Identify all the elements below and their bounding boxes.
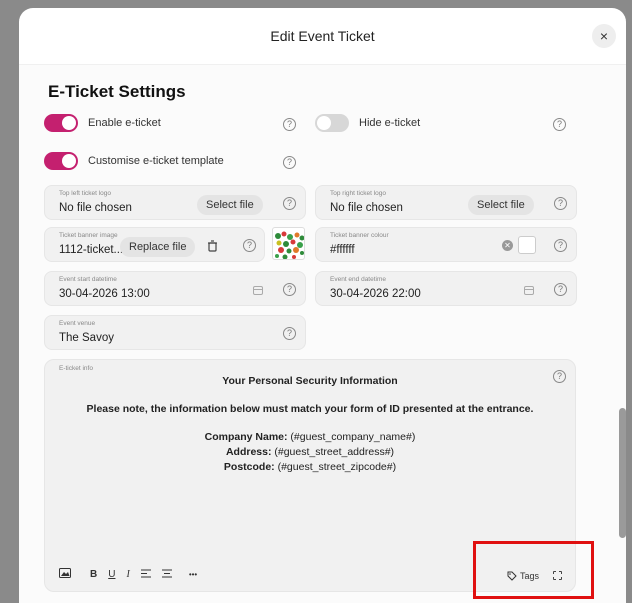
hide-eticket-row: Hide e-ticket <box>315 114 420 132</box>
editor-line: Address: (#guest_street_address#) <box>225 446 395 458</box>
hide-eticket-toggle[interactable] <box>315 114 349 132</box>
editor-line: Company Name: (#guest_company_name#) <box>204 431 416 443</box>
select-file-button[interactable]: Select file <box>468 195 534 215</box>
banner-image-field[interactable]: Ticket banner image 1112-ticket... Repla… <box>44 227 265 262</box>
calendar-icon[interactable] <box>253 286 263 295</box>
trash-icon[interactable] <box>206 240 218 252</box>
field-label: Ticket banner image <box>59 232 118 239</box>
section-title: E-Ticket Settings <box>48 82 186 101</box>
field-value: #ffffff <box>330 244 355 256</box>
help-icon[interactable]: ? <box>554 283 567 296</box>
help-icon[interactable]: ? <box>283 283 296 296</box>
customise-template-label: Customise e-ticket template <box>88 155 224 167</box>
help-icon[interactable]: ? <box>554 239 567 252</box>
calendar-icon[interactable] <box>524 286 534 295</box>
help-icon[interactable]: ? <box>553 118 566 131</box>
editor-notice: Please note, the information below must … <box>86 403 534 415</box>
modal-body[interactable]: E-Ticket Settings Enable e-ticket ? Hide… <box>19 64 626 603</box>
field-value: 30-04-2026 22:00 <box>330 288 421 300</box>
event-end-field[interactable]: Event end datetime 30-04-2026 22:00 ? <box>315 271 577 306</box>
scrollbar-thumb[interactable] <box>619 408 626 538</box>
highlight-box <box>473 541 594 599</box>
align-left-icon[interactable] <box>140 569 151 581</box>
modal-header: Edit Event Ticket × <box>19 8 626 64</box>
field-label: Event start datetime <box>59 276 117 283</box>
field-value: 1112-ticket... <box>59 244 124 256</box>
field-label: Event venue <box>59 320 96 327</box>
help-icon[interactable]: ? <box>243 239 256 252</box>
editor-heading: Your Personal Security Information <box>222 375 398 387</box>
banner-colour-field[interactable]: Ticket banner colour #ffffff ✕ ? <box>315 227 577 262</box>
clear-icon[interactable]: ✕ <box>502 240 513 251</box>
bold-button[interactable]: B <box>90 569 97 580</box>
event-venue-field[interactable]: Event venue The Savoy ? <box>44 315 306 350</box>
editor-toolbar: B U I ••• <box>59 568 197 581</box>
customise-template-toggle[interactable] <box>44 152 78 170</box>
field-value: The Savoy <box>59 332 114 344</box>
field-label: Top right ticket logo <box>330 190 387 197</box>
customise-template-row: Customise e-ticket template <box>44 152 224 170</box>
image-icon[interactable] <box>59 568 71 581</box>
banner-thumbnail <box>272 227 305 260</box>
select-file-button[interactable]: Select file <box>197 195 263 215</box>
align-center-icon[interactable] <box>161 569 172 581</box>
help-icon[interactable]: ? <box>283 156 296 169</box>
editor-line: Postcode: (#guest_street_zipcode#) <box>223 461 397 473</box>
help-icon[interactable]: ? <box>283 197 296 210</box>
field-label: Ticket banner colour <box>330 232 389 239</box>
enable-eticket-toggle[interactable] <box>44 114 78 132</box>
hide-eticket-label: Hide e-ticket <box>359 117 421 129</box>
replace-file-button[interactable]: Replace file <box>120 237 196 257</box>
italic-button[interactable]: I <box>126 569 129 580</box>
editor-content[interactable]: Your Personal Security Information Pleas… <box>45 373 575 473</box>
event-start-field[interactable]: Event start datetime 30-04-2026 13:00 ? <box>44 271 306 306</box>
enable-eticket-label: Enable e-ticket <box>88 117 161 129</box>
modal-title: Edit Event Ticket <box>270 28 375 44</box>
more-options-icon[interactable]: ••• <box>189 570 197 579</box>
enable-eticket-row: Enable e-ticket <box>44 114 161 132</box>
edit-event-ticket-modal: Edit Event Ticket × E-Ticket Settings En… <box>19 8 626 603</box>
help-icon[interactable]: ? <box>283 327 296 340</box>
field-value: No file chosen <box>330 202 403 214</box>
help-icon[interactable]: ? <box>283 118 296 131</box>
editor-label: E-ticket info <box>59 365 93 372</box>
top-left-logo-field[interactable]: Top left ticket logo No file chosen Sele… <box>44 185 306 220</box>
underline-button[interactable]: U <box>108 569 115 580</box>
field-label: Event end datetime <box>330 276 387 283</box>
help-icon[interactable]: ? <box>554 197 567 210</box>
top-right-logo-field[interactable]: Top right ticket logo No file chosen Sel… <box>315 185 577 220</box>
field-value: No file chosen <box>59 202 132 214</box>
field-label: Top left ticket logo <box>59 190 112 197</box>
field-value: 30-04-2026 13:00 <box>59 288 150 300</box>
close-icon[interactable]: × <box>592 24 616 48</box>
colour-swatch[interactable] <box>518 236 536 254</box>
